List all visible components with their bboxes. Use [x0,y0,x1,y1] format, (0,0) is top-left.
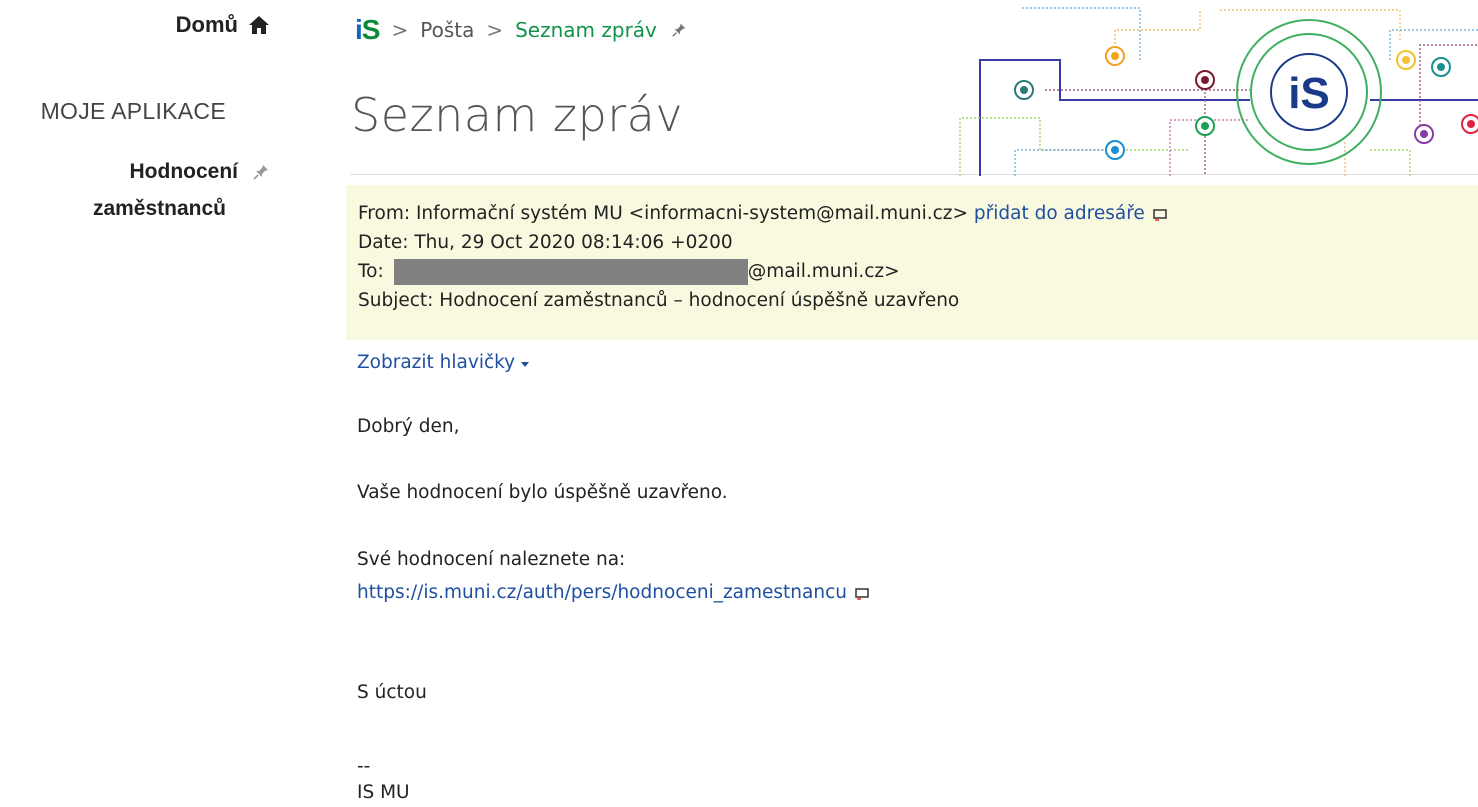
caret-down-icon [521,362,530,367]
header-decoration: iS [959,7,1478,176]
external-link-icon[interactable] [1153,207,1167,221]
show-headers-toggle[interactable]: Zobrazit hlavičky [357,352,530,373]
breadcrumb: iS > Pošta > Seznam zpráv [355,14,687,46]
closing: S úctou [357,682,427,703]
section-title-my-apps: MOJE APLIKACE [40,98,226,124]
signature: IS MU [357,782,410,803]
subject-value: Hodnocení zaměstnanců – hodnocení úspěšn… [439,290,960,311]
from-label: From: [358,203,411,224]
from-value: Informační systém MU <informacni-system@… [415,203,969,224]
date-row: Date: Thu, 29 Oct 2020 08:14:06 +0200 [358,228,1466,257]
redacted-block [393,258,748,285]
body-line: Vaše hodnocení bylo úspěšně uzavřeno. [357,482,728,503]
breadcrumb-separator: > [486,18,504,42]
body-line: Své hodnocení naleznete na: [357,549,626,570]
date-label: Date: [358,232,409,253]
add-to-contacts-link[interactable]: přidat do adresáře [974,199,1145,228]
body-link-row: https://is.muni.cz/auth/pers/hodnoceni_z… [357,578,869,607]
from-row: From: Informační systém MU <informacni-s… [358,199,1466,228]
external-link-icon[interactable] [855,586,869,600]
subject-label: Subject: [358,290,434,311]
subject-row: Subject: Hodnocení zaměstnanců – hodnoce… [358,286,1466,315]
home-label: Domů [175,12,238,37]
date-value: Thu, 29 Oct 2020 08:14:06 +0200 [414,232,733,253]
show-headers-label: Zobrazit hlavičky [357,352,516,373]
sidebar: Domů MOJE APLIKACE Hodnocení zaměstnanců [0,0,300,807]
breadcrumb-separator: > [391,18,409,42]
page-title: Seznam zpráv [351,88,684,142]
to-row: To: @mail.muni.cz> [358,257,1466,286]
home-link[interactable]: Domů [176,12,270,38]
mail-header: From: Informační systém MU <informacni-s… [346,185,1478,340]
is-logo-icon[interactable]: iS [355,14,380,46]
to-label: To: [358,261,384,282]
signature-separator: -- [357,756,371,777]
home-icon [249,16,269,34]
greeting: Dobrý den, [357,416,460,437]
breadcrumb-item-current[interactable]: Seznam zpráv [515,18,657,42]
sidebar-item-label-line2: zaměstnanců [92,197,226,220]
pin-icon[interactable] [671,22,687,38]
sidebar-item-label: Hodnocení [129,160,239,183]
evaluation-link[interactable]: https://is.muni.cz/auth/pers/hodnoceni_z… [357,578,847,607]
is-logo-icon: iS [1288,69,1330,118]
breadcrumb-item-posta[interactable]: Pošta [420,18,474,42]
sidebar-item-employee-evaluation[interactable]: Hodnocení zaměstnanců [93,153,270,227]
to-value: @mail.muni.cz> [747,261,900,282]
pin-icon[interactable] [252,163,270,181]
